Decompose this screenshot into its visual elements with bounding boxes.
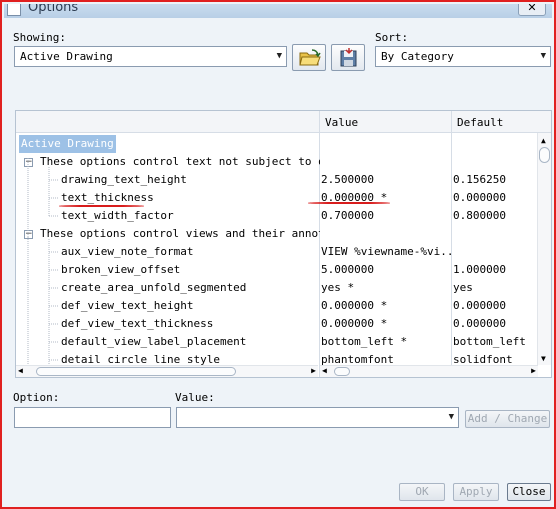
scroll-left-icon[interactable]: ◀	[18, 366, 23, 375]
horizontal-scrollbar-left[interactable]: ◀ ▶	[16, 365, 318, 377]
group-label: These options control views and their an…	[40, 227, 320, 240]
scroll-right-icon[interactable]: ▶	[311, 366, 316, 375]
table-row[interactable]: text_width_factor 0.700000 0.800000	[16, 207, 551, 225]
tree-root-row[interactable]: Active Drawing	[16, 135, 551, 153]
option-default: 0.000000	[453, 317, 506, 330]
chevron-down-icon: ▼	[540, 51, 546, 61]
scroll-down-icon[interactable]: ▼	[541, 354, 546, 363]
default-column-header[interactable]: Default	[457, 116, 503, 129]
grid-header: Value Default	[16, 111, 551, 133]
options-dialog: Options ✕ Showing: Active Drawing ▼ Sort…	[0, 0, 556, 509]
sort-value: By Category	[381, 50, 454, 63]
open-config-button[interactable]	[292, 44, 326, 71]
apply-button[interactable]: Apply	[453, 483, 499, 501]
save-icon	[340, 48, 357, 67]
add-change-button[interactable]: Add / Change	[465, 410, 550, 428]
option-name: def_view_text_height	[61, 299, 194, 312]
sort-label: Sort:	[375, 31, 409, 44]
table-row[interactable]: def_view_text_height 0.000000 * 0.000000	[16, 297, 551, 315]
option-input-value	[15, 411, 19, 424]
group-row[interactable]: − These options control views and their …	[16, 225, 551, 243]
options-grid: Value Default Active Drawing − These opt…	[15, 110, 552, 378]
option-value: 5.000000	[321, 263, 374, 276]
table-row[interactable]: drawing_text_height 2.500000 0.156250	[16, 171, 551, 189]
showing-value: Active Drawing	[20, 50, 113, 63]
vertical-scroll-thumb[interactable]	[539, 147, 550, 163]
option-default: bottom_left	[453, 335, 526, 348]
tree-connector-lines	[27, 158, 59, 373]
option-name: aux_view_note_format	[61, 245, 194, 258]
save-config-button[interactable]	[331, 44, 365, 71]
vertical-scrollbar[interactable]: ▲ ▼	[537, 133, 551, 365]
scroll-left-icon[interactable]: ◀	[322, 366, 327, 375]
value-label: Value:	[175, 391, 215, 404]
scroll-right-icon[interactable]: ▶	[531, 366, 536, 375]
annotation-underline	[308, 202, 390, 204]
option-value: 0.000000 *	[321, 191, 388, 204]
option-value: 0.700000	[321, 209, 374, 222]
option-name: def_view_text_thickness	[61, 317, 214, 330]
group-label: These options control text not subject t…	[40, 155, 320, 168]
option-name: drawing_text_height	[61, 173, 187, 186]
table-row[interactable]: aux_view_note_format VIEW %viewname-%vi.…	[16, 243, 551, 261]
option-name: text_width_factor	[61, 209, 174, 222]
option-input[interactable]	[14, 407, 171, 428]
horizontal-scroll-thumb[interactable]	[36, 367, 236, 376]
chevron-down-icon: ▼	[448, 412, 454, 422]
option-label: Option:	[13, 391, 60, 404]
value-column-header[interactable]: Value	[325, 116, 358, 129]
showing-select[interactable]: Active Drawing ▼	[14, 46, 287, 67]
table-row[interactable]: create_area_unfold_segmented yes * yes	[16, 279, 551, 297]
horizontal-scrollbar-right[interactable]: ◀ ▶	[320, 365, 538, 377]
scroll-up-icon[interactable]: ▲	[541, 136, 546, 145]
option-value: bottom_left *	[321, 335, 408, 348]
option-value: VIEW %viewname-%vi...	[321, 245, 451, 258]
ok-button[interactable]: OK	[399, 483, 445, 501]
option-value: yes *	[321, 281, 355, 294]
option-default: 0.000000	[453, 191, 506, 204]
group-row[interactable]: − These options control text not subject…	[16, 153, 551, 171]
option-default: 0.156250	[453, 173, 506, 186]
option-value: 2.500000	[321, 173, 374, 186]
app-icon	[7, 4, 21, 16]
horizontal-scroll-thumb[interactable]	[334, 367, 350, 376]
sort-select[interactable]: By Category ▼	[375, 46, 551, 67]
option-name: broken_view_offset	[61, 263, 181, 276]
table-row[interactable]: broken_view_offset 5.000000 1.000000	[16, 261, 551, 279]
folder-open-icon	[299, 49, 321, 66]
option-default: yes	[453, 281, 473, 294]
option-default: 0.800000	[453, 209, 506, 222]
window-title: Options	[28, 4, 79, 15]
chevron-down-icon: ▼	[276, 51, 282, 61]
annotation-underline	[59, 205, 144, 207]
table-row[interactable]: default_view_label_placement bottom_left…	[16, 333, 551, 351]
option-name: create_area_unfold_segmented	[61, 281, 247, 294]
title-bar[interactable]: Options ✕	[4, 4, 552, 18]
close-button[interactable]: Close	[507, 483, 551, 501]
value-select[interactable]: ▼	[176, 407, 459, 428]
showing-label: Showing:	[13, 31, 66, 44]
option-value: 0.000000 *	[321, 299, 388, 312]
table-row[interactable]: def_view_text_thickness 0.000000 * 0.000…	[16, 315, 551, 333]
window-close-button[interactable]: ✕	[518, 4, 546, 16]
option-default: 0.000000	[453, 299, 506, 312]
option-value: 0.000000 *	[321, 317, 388, 330]
option-default: 1.000000	[453, 263, 506, 276]
option-name: default_view_label_placement	[61, 335, 247, 348]
